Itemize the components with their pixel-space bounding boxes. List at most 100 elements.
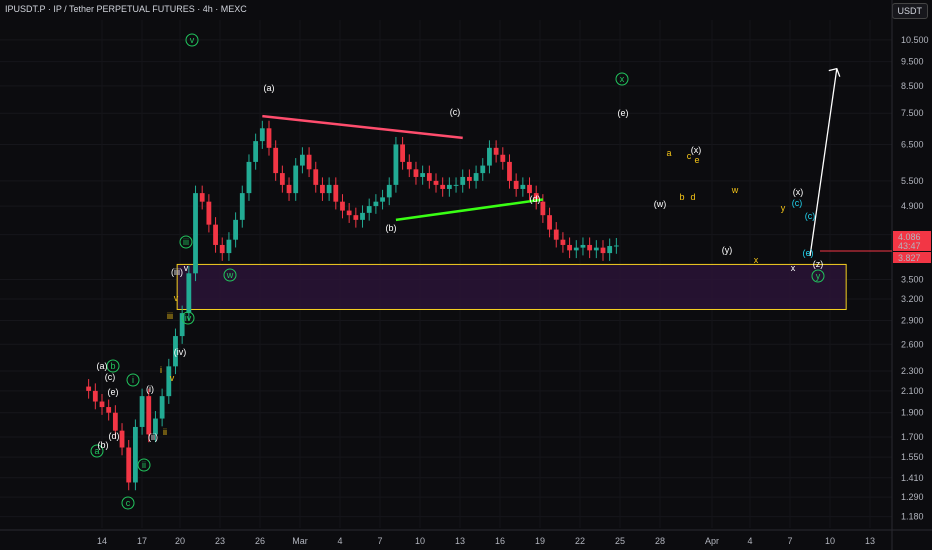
date-tick-label: 22 bbox=[575, 536, 585, 546]
wave-label: (z) bbox=[813, 259, 824, 269]
candle-body bbox=[313, 169, 319, 185]
candle-body bbox=[593, 247, 599, 251]
candle-body bbox=[259, 128, 265, 142]
wave-label: (x) bbox=[793, 187, 804, 197]
candle-body bbox=[507, 161, 512, 181]
wave-label: v bbox=[190, 35, 195, 45]
candle-body bbox=[573, 247, 579, 251]
wave-label: iii bbox=[183, 237, 189, 247]
wave-label: (c) bbox=[792, 198, 803, 208]
candle-body bbox=[527, 184, 532, 194]
wave-label: (c) bbox=[450, 107, 461, 117]
date-tick-label: 28 bbox=[655, 536, 665, 546]
candle-body bbox=[480, 165, 486, 174]
candle-body bbox=[567, 244, 572, 251]
price-tick-label: 6.500 bbox=[901, 139, 924, 149]
candle-body bbox=[520, 184, 526, 189]
candle-body bbox=[213, 224, 218, 245]
wave-label: w bbox=[226, 270, 234, 280]
candle-body bbox=[426, 173, 432, 181]
candle-body bbox=[440, 184, 446, 189]
date-tick-label: 20 bbox=[175, 536, 185, 546]
candle-body bbox=[380, 197, 385, 202]
wave-label: w bbox=[731, 185, 739, 195]
candle-body bbox=[273, 147, 279, 174]
date-tick-label: 4 bbox=[337, 536, 342, 546]
candle-body bbox=[587, 244, 593, 251]
wave-label: c bbox=[126, 498, 131, 508]
candle-body bbox=[353, 215, 359, 220]
candle-body bbox=[286, 184, 292, 194]
candle-body bbox=[139, 396, 145, 427]
wave-label: (iii) bbox=[171, 267, 183, 277]
red-trendline[interactable] bbox=[262, 114, 463, 140]
wave-label: i bbox=[160, 365, 162, 375]
price-tick-label: 1.700 bbox=[901, 432, 924, 442]
wave-label: (c) bbox=[805, 211, 816, 221]
price-tick-label: 1.900 bbox=[901, 408, 924, 418]
price-tick-label: 2.900 bbox=[901, 315, 924, 325]
candle-body bbox=[306, 154, 312, 170]
price-tick-label: 1.290 bbox=[901, 492, 924, 502]
candle-body bbox=[493, 147, 499, 155]
candle-body bbox=[133, 426, 138, 483]
candle-body bbox=[560, 239, 566, 245]
price-tick-label: 1.410 bbox=[901, 473, 924, 483]
price-tick-label: 3.200 bbox=[901, 294, 924, 304]
candle-body bbox=[279, 173, 285, 185]
candle-body bbox=[580, 244, 586, 248]
wave-label: y bbox=[816, 271, 821, 281]
candle-body bbox=[159, 396, 165, 419]
support-zone[interactable] bbox=[176, 263, 847, 310]
price-tick-label: 10.500 bbox=[901, 35, 929, 45]
wave-label: x bbox=[754, 255, 759, 265]
candle-body bbox=[360, 212, 365, 220]
wave-label: (d) bbox=[530, 194, 541, 204]
wave-label: v bbox=[170, 373, 175, 383]
wave-label: (a) bbox=[97, 361, 108, 371]
candle-body bbox=[206, 201, 212, 225]
candle-body bbox=[446, 184, 452, 189]
candle-body bbox=[346, 210, 352, 216]
price-tick-label: 1.550 bbox=[901, 452, 924, 462]
wave-label: e bbox=[694, 155, 699, 165]
candle-body bbox=[420, 173, 426, 177]
candle-body bbox=[513, 180, 519, 189]
wave-label: iv bbox=[185, 313, 192, 323]
date-tick-label: 13 bbox=[455, 536, 465, 546]
candle-body bbox=[406, 161, 412, 170]
candle-body bbox=[112, 412, 118, 431]
wave-label: iii bbox=[167, 311, 173, 321]
wave-label: (e) bbox=[108, 387, 119, 397]
price-tick-label: 9.500 bbox=[901, 57, 924, 67]
projection-arrow[interactable] bbox=[809, 68, 838, 256]
price-tick-label: 8.500 bbox=[901, 81, 924, 91]
candle-body bbox=[607, 246, 613, 254]
candle-body bbox=[460, 176, 466, 185]
wave-label: y bbox=[781, 203, 786, 213]
candle-body bbox=[106, 407, 112, 413]
price-tick-label: 2.600 bbox=[901, 339, 924, 349]
candle-body bbox=[219, 244, 225, 254]
candle-body bbox=[126, 447, 132, 483]
candle-body bbox=[293, 165, 299, 194]
candle-body bbox=[473, 173, 479, 181]
date-tick-label: Mar bbox=[292, 536, 308, 546]
date-tick-label: 17 bbox=[137, 536, 147, 546]
candle-body bbox=[340, 201, 345, 211]
date-tick-label: 7 bbox=[377, 536, 382, 546]
wave-label: i bbox=[132, 375, 134, 385]
candle-body bbox=[266, 128, 272, 148]
candle-body bbox=[600, 247, 606, 254]
candle-body bbox=[320, 184, 325, 194]
candle-body bbox=[226, 239, 232, 254]
wave-label: (i) bbox=[146, 384, 154, 394]
candle-body bbox=[393, 144, 399, 185]
green-trendline[interactable] bbox=[395, 198, 544, 222]
candle-body bbox=[553, 229, 559, 240]
candle-body bbox=[186, 273, 192, 314]
candle-body bbox=[386, 184, 392, 198]
wave-label: (y) bbox=[722, 245, 733, 255]
candle-body bbox=[326, 184, 332, 194]
chart-canvas[interactable]: vx(a)(c) (e)(b)(d)iiiw(iii) vviii iv(iv)ivi… bbox=[0, 0, 932, 550]
